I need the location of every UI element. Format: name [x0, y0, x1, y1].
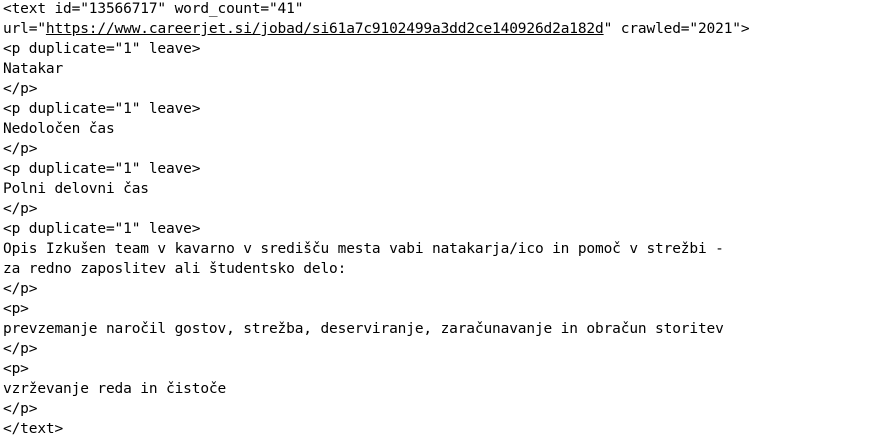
- p-close-tag: </p>: [3, 341, 38, 357]
- url-attribute-prefix: url=": [3, 21, 46, 37]
- maintenance-text: vzrževanje reda in čistoče: [3, 381, 227, 397]
- job-ad-url-link[interactable]: https://www.careerjet.si/jobad/si61a7c91…: [46, 21, 604, 37]
- p-close-tag: </p>: [3, 281, 38, 297]
- crawled-attribute: " crawled="2021">: [603, 21, 750, 37]
- url-attribute-line: url="https://www.careerjet.si/jobad/si61…: [3, 19, 872, 39]
- text-open-tag-line: <text id="13566717" word_count="41": [3, 1, 304, 17]
- text-close-tag: </text>: [3, 421, 64, 437]
- job-title-text: Natakar: [3, 61, 64, 77]
- description-text-line-1: Opis Izkušen team v kavarno v središču m…: [3, 241, 724, 257]
- p-open-tag: <p duplicate="1" leave>: [3, 41, 201, 57]
- p-open-tag: <p duplicate="1" leave>: [3, 221, 201, 237]
- p-close-tag: </p>: [3, 81, 38, 97]
- p-open-tag: <p duplicate="1" leave>: [3, 161, 201, 177]
- p-close-tag: </p>: [3, 401, 38, 417]
- text-document-viewer: <text id="13566717" word_count="41" url=…: [0, 0, 872, 437]
- duties-text: prevzemanje naročil gostov, strežba, des…: [3, 321, 724, 337]
- description-text-line-2: za redno zaposlitev ali študentsko delo:: [3, 261, 347, 277]
- working-time-text: Polni delovni čas: [3, 181, 149, 197]
- p-close-tag: </p>: [3, 141, 38, 157]
- contract-type-text: Nedoločen čas: [3, 121, 115, 137]
- p-close-tag: </p>: [3, 201, 38, 217]
- p-open-tag: <p duplicate="1" leave>: [3, 101, 201, 117]
- p-open-tag: <p>: [3, 301, 29, 317]
- p-open-tag: <p>: [3, 361, 29, 377]
